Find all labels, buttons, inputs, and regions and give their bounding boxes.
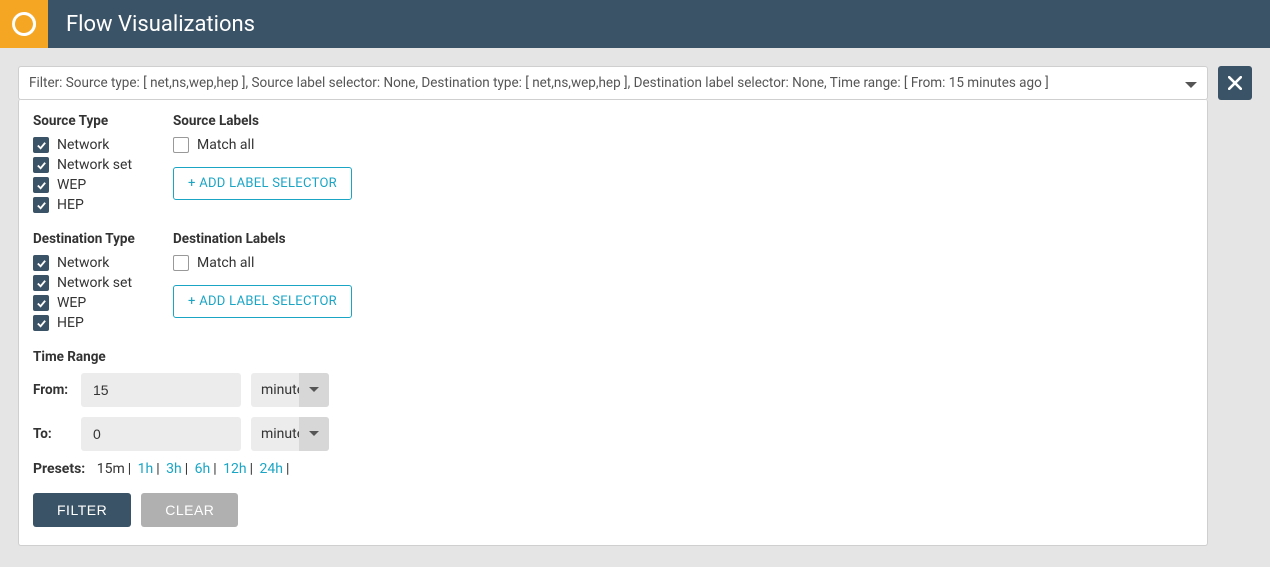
filter-panel: Source Type Network Network set WEP HEP	[18, 99, 1208, 546]
add-dest-label-button[interactable]: + ADD LABEL SELECTOR	[173, 285, 352, 318]
preset-6h[interactable]: 6h	[195, 461, 211, 477]
checkbox-unchecked-icon	[173, 137, 189, 153]
close-filter-button[interactable]	[1218, 66, 1252, 100]
dest-match-all[interactable]: Match all	[173, 255, 352, 271]
dest-type-title: Destination Type	[33, 231, 143, 247]
presets-row: Presets: 15m| 1h| 3h| 6h| 12h| 24h|	[33, 461, 1193, 477]
checkbox-label: Network set	[57, 275, 132, 291]
checkbox-label: HEP	[57, 197, 84, 213]
from-label: From:	[33, 382, 71, 398]
checkbox-checked-icon	[33, 137, 49, 153]
source-type-hep[interactable]: HEP	[33, 197, 143, 213]
preset-3h[interactable]: 3h	[166, 461, 182, 477]
chevron-down-icon	[299, 417, 329, 451]
source-type-wep[interactable]: WEP	[33, 177, 143, 193]
source-labels-title: Source Labels	[173, 113, 352, 129]
chevron-down-icon	[1185, 77, 1197, 89]
clear-button[interactable]: CLEAR	[141, 493, 238, 527]
app-header: Flow Visualizations	[0, 0, 1270, 48]
dest-labels-title: Destination Labels	[173, 231, 352, 247]
source-type-title: Source Type	[33, 113, 143, 129]
dest-type-network[interactable]: Network	[33, 255, 143, 271]
checkbox-checked-icon	[33, 197, 49, 213]
checkbox-label: HEP	[57, 315, 84, 331]
chevron-down-icon	[299, 373, 329, 407]
preset-24h[interactable]: 24h	[259, 461, 282, 477]
close-icon	[1228, 76, 1242, 90]
from-unit-label: minute	[261, 382, 304, 398]
from-value-input[interactable]	[81, 373, 241, 407]
source-type-network[interactable]: Network	[33, 137, 143, 153]
checkbox-checked-icon	[33, 315, 49, 331]
checkbox-checked-icon	[33, 255, 49, 271]
checkbox-label: Network	[57, 137, 109, 153]
add-source-label-button[interactable]: + ADD LABEL SELECTOR	[173, 167, 352, 200]
dest-type-hep[interactable]: HEP	[33, 315, 143, 331]
source-match-all[interactable]: Match all	[173, 137, 352, 153]
checkbox-label: Network	[57, 255, 109, 271]
dest-type-network-set[interactable]: Network set	[33, 275, 143, 291]
filter-summary-bar[interactable]: Filter: Source type: [ net,ns,wep,hep ],…	[18, 66, 1208, 100]
to-label: To:	[33, 426, 71, 442]
filter-summary-text: Filter: Source type: [ net,ns,wep,hep ],…	[29, 75, 1049, 91]
time-range-title: Time Range	[33, 349, 1193, 365]
page-title: Flow Visualizations	[48, 0, 255, 48]
preset-1h[interactable]: 1h	[138, 461, 154, 477]
app-logo-icon	[0, 0, 48, 48]
preset-active[interactable]: 15m	[97, 461, 125, 477]
presets-label: Presets:	[33, 461, 85, 477]
to-value-input[interactable]	[81, 417, 241, 451]
preset-12h[interactable]: 12h	[223, 461, 246, 477]
to-unit-select[interactable]: minutes	[251, 417, 329, 451]
checkbox-checked-icon	[33, 157, 49, 173]
checkbox-label: WEP	[57, 177, 86, 193]
checkbox-checked-icon	[33, 177, 49, 193]
checkbox-label: WEP	[57, 295, 86, 311]
checkbox-label: Match all	[197, 137, 254, 153]
checkbox-checked-icon	[33, 275, 49, 291]
dest-type-wep[interactable]: WEP	[33, 295, 143, 311]
filter-button[interactable]: FILTER	[33, 493, 131, 527]
checkbox-checked-icon	[33, 295, 49, 311]
checkbox-label: Match all	[197, 255, 254, 271]
source-type-network-set[interactable]: Network set	[33, 157, 143, 173]
checkbox-unchecked-icon	[173, 255, 189, 271]
checkbox-label: Network set	[57, 157, 132, 173]
from-unit-select[interactable]: minute	[251, 373, 329, 407]
